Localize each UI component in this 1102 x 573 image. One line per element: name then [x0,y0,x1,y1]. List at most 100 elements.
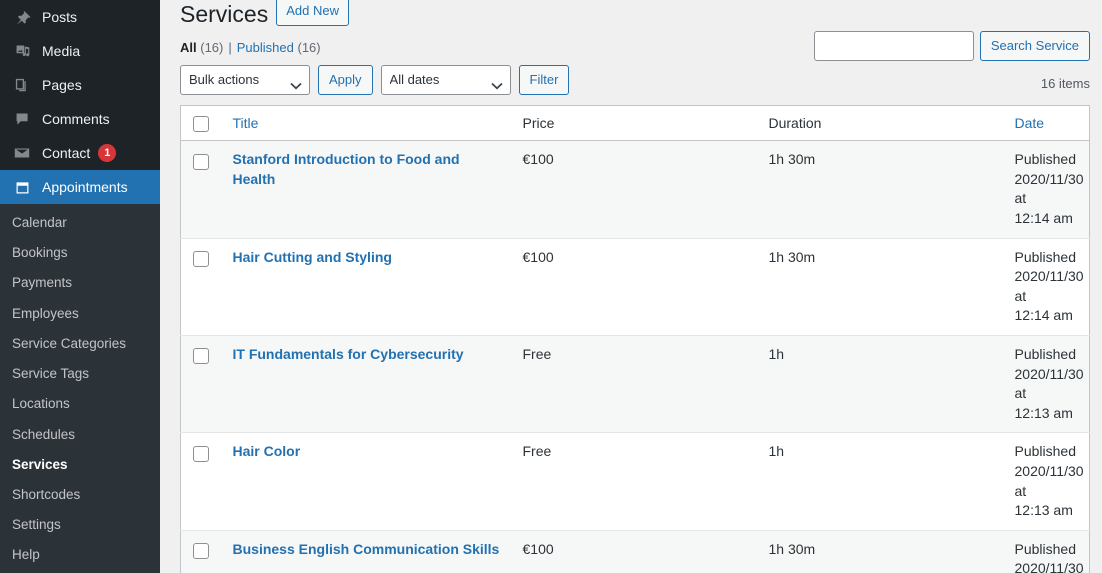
filter-button[interactable]: Filter [519,65,570,95]
sidebar-item-shortcodes[interactable]: Shortcodes [0,480,160,510]
table-row: Business English Communication Skills €1… [181,530,1090,573]
row-title-cell: Hair Cutting and Styling [223,238,513,335]
date-time: 12:13 am [1015,404,1080,424]
row-checkbox-cell [181,238,223,335]
row-checkbox-cell [181,530,223,573]
row-duration-cell: 1h 30m [759,141,1005,238]
search-service-button[interactable]: Search Service [980,31,1090,61]
table-navigation-top: Bulk actions Apply All dates Filter [180,65,1090,95]
sidebar-item-bookings[interactable]: Bookings [0,238,160,268]
table-body: Stanford Introduction to Food and Health… [181,141,1090,573]
table-head: Title Price Duration Date [181,106,1090,141]
view-published-label[interactable]: Published [237,40,294,55]
column-header-title-link[interactable]: Title [233,115,259,131]
date-filter-select[interactable]: All dates [381,65,511,95]
sidebar-item-services[interactable]: Services [0,450,160,480]
date-value: 2020/11/30 at [1015,559,1080,573]
items-count: 16 items [1041,76,1090,91]
service-title-link[interactable]: Hair Color [233,442,301,462]
select-all-header [181,106,223,141]
sidebar-item-label: Pages [42,78,82,92]
service-title-link[interactable]: Hair Cutting and Styling [233,248,392,268]
date-filter-select-wrap: All dates [381,65,511,95]
sidebar-item-calendar[interactable]: Calendar [0,208,160,238]
sidebar-item-label: Appointments [42,180,128,194]
media-icon [10,41,34,61]
sidebar-item-posts[interactable]: Posts [0,0,160,34]
sidebar-item-label: Posts [42,10,77,24]
search-input[interactable] [814,31,974,61]
row-duration-cell: 1h [759,433,1005,530]
row-checkbox[interactable] [193,446,209,462]
row-date-cell: Published 2020/11/30 at 12:11 am [1005,530,1090,573]
service-title-link[interactable]: Stanford Introduction to Food and Health [233,150,503,189]
row-price-cell: €100 [513,530,759,573]
select-all-checkbox[interactable] [193,116,209,132]
view-all-label[interactable]: All [180,40,197,55]
date-status: Published [1015,442,1080,462]
row-date-cell: Published 2020/11/30 at 12:14 am [1005,238,1090,335]
date-time: 12:14 am [1015,306,1080,326]
row-date-cell: Published 2020/11/30 at 12:14 am [1005,141,1090,238]
sidebar-item-locations[interactable]: Locations [0,389,160,419]
sidebar-item-settings[interactable]: Settings [0,510,160,540]
table-row: Hair Color Free 1h Published 2020/11/30 … [181,433,1090,530]
row-checkbox[interactable] [193,154,209,170]
row-title-cell: IT Fundamentals for Cybersecurity [223,336,513,433]
sidebar-item-service-categories[interactable]: Service Categories [0,329,160,359]
row-title-cell: Hair Color [223,433,513,530]
table-row: IT Fundamentals for Cybersecurity Free 1… [181,336,1090,433]
sidebar-item-employees[interactable]: Employees [0,299,160,329]
admin-sidebar: Posts Media Pages [0,0,160,573]
row-checkbox[interactable] [193,251,209,267]
sidebar-item-contact[interactable]: Contact 1 [0,136,160,170]
row-title-cell: Stanford Introduction to Food and Health [223,141,513,238]
bulk-actions-select-wrap: Bulk actions [180,65,310,95]
view-published[interactable]: Published (16) [237,40,321,55]
sidebar-item-label: Contact [42,146,90,160]
table-row: Stanford Introduction to Food and Health… [181,141,1090,238]
date-value: 2020/11/30 at [1015,462,1080,501]
service-title-link[interactable]: IT Fundamentals for Cybersecurity [233,345,464,365]
envelope-icon [10,143,34,163]
row-checkbox[interactable] [193,543,209,559]
date-time: 12:14 am [1015,209,1080,229]
date-status: Published [1015,248,1080,268]
sidebar-item-label: Comments [42,112,110,126]
row-price-cell: Free [513,433,759,530]
column-header-title[interactable]: Title [223,106,513,141]
pages-icon [10,75,34,95]
sidebar-item-comments[interactable]: Comments [0,102,160,136]
view-published-count: (16) [298,40,321,55]
row-price-cell: Free [513,336,759,433]
row-duration-cell: 1h 30m [759,238,1005,335]
date-status: Published [1015,150,1080,170]
sidebar-item-pages[interactable]: Pages [0,68,160,102]
row-date-cell: Published 2020/11/30 at 12:13 am [1005,336,1090,433]
sidebar-item-payments[interactable]: Payments [0,268,160,298]
column-header-date[interactable]: Date [1005,106,1090,141]
sidebar-item-help[interactable]: Help [0,540,160,570]
service-title-link[interactable]: Business English Communication Skills [233,540,500,560]
sidebar-item-media[interactable]: Media [0,34,160,68]
date-value: 2020/11/30 at [1015,267,1080,306]
page-header: Services Add New [180,0,1090,30]
pushpin-icon [10,7,34,27]
view-all[interactable]: All (16) [180,40,223,55]
apply-button[interactable]: Apply [318,65,373,95]
row-duration-cell: 1h 30m [759,530,1005,573]
status-badge: 1 [98,144,116,162]
appointments-submenu: Calendar Bookings Payments Employees Ser… [0,204,160,573]
sidebar-item-service-tags[interactable]: Service Tags [0,359,160,389]
bulk-actions-select[interactable]: Bulk actions [180,65,310,95]
add-new-button[interactable]: Add New [276,0,349,26]
services-table: Title Price Duration Date Stanford Intro… [180,105,1090,573]
date-status: Published [1015,540,1080,560]
sidebar-item-schedules[interactable]: Schedules [0,420,160,450]
sidebar-item-appointments[interactable]: Appointments [0,170,160,204]
column-header-date-link[interactable]: Date [1015,115,1045,131]
view-separator: | [228,40,231,55]
table-header-row: Title Price Duration Date [181,106,1090,141]
wordpress-admin-screen: Posts Media Pages [0,0,1102,573]
row-checkbox[interactable] [193,348,209,364]
